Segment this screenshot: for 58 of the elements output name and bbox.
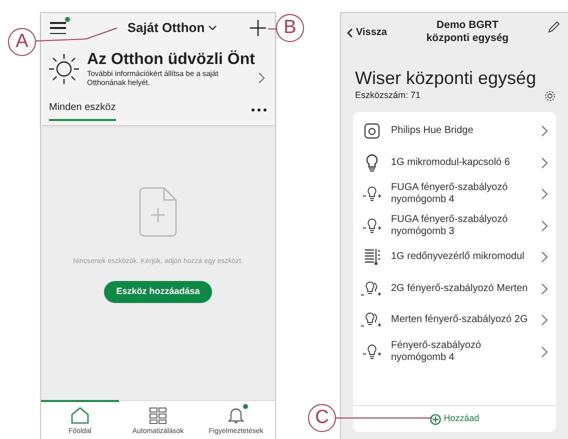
chevron-right-icon (541, 188, 548, 200)
device-name: 1G redőnyvezérlő mikromodul (391, 251, 526, 264)
device-row[interactable]: FUGA fényerő-szabályozó nyomógomb 4 (353, 178, 556, 210)
screen-title: Demo BGRT központi egység (425, 19, 510, 45)
leader-line (268, 28, 276, 30)
double-bulb-icon (361, 280, 383, 297)
dimmer-bulb-icon (362, 186, 382, 202)
device-name: 2G fényerő-szabályozó Merten (391, 282, 529, 295)
device-name: Philips Hue Bridge (391, 125, 474, 138)
settings-icon[interactable] (544, 90, 556, 102)
callout-label: A (8, 28, 36, 56)
shutter-icon (364, 248, 380, 266)
pencil-icon[interactable] (548, 21, 560, 33)
device-row[interactable]: Philips Hue Bridge (353, 116, 556, 147)
dimmer-bulb-icon (362, 344, 382, 360)
device-name: FUGA fényerő-szabályozó nyomógomb 3 (391, 214, 509, 238)
filter-tab[interactable]: Minden eszköz (49, 100, 116, 120)
callout-label: C (308, 404, 336, 432)
chevron-right-icon (541, 314, 548, 326)
home-selector[interactable]: Saját Otthon (127, 18, 217, 38)
device-row[interactable]: 1G redőnyvezérlő mikromodul (353, 242, 556, 273)
bell-icon (228, 406, 244, 424)
hub-heading: Wiser központi egység (355, 67, 538, 89)
chevron-right-icon (258, 72, 265, 84)
device-row[interactable]: Merten fényerő-szabályozó 2G (353, 304, 556, 336)
device-name: FUGA fényerő-szabályozó nyomógomb 4 (391, 182, 509, 206)
device-name: Fényerő-szabályozó nyomógomb 4 (391, 340, 482, 364)
dimmer-bulb-icon (362, 218, 382, 234)
chevron-right-icon (541, 251, 548, 264)
callout-label: B (276, 14, 304, 42)
bulb-icon (365, 154, 379, 172)
device-count: Eszközszám: 71 (355, 89, 421, 102)
device-name: Merten fényerő-szabályozó 2G (391, 314, 529, 326)
device-row[interactable]: FUGA fényerő-szabályozó nyomógomb 3 (353, 210, 556, 242)
plus-circle-icon (430, 414, 441, 424)
chevron-right-icon (541, 125, 548, 138)
hub-icon (364, 123, 380, 140)
device-name: 1G mikromodul-kapcsoló 6 (391, 156, 511, 169)
sun-icon (47, 52, 81, 86)
chevron-down-icon (208, 25, 217, 31)
home-icon (71, 406, 89, 424)
add-link[interactable]: Hozzáad (430, 412, 480, 426)
chevron-right-icon (541, 346, 548, 358)
welcome-heading: Az Otthon üdvözli Önt (87, 51, 256, 69)
chevron-right-icon (541, 220, 548, 232)
plus-icon[interactable] (250, 20, 266, 36)
double-bulb-icon (361, 312, 383, 328)
chevron-right-icon (541, 156, 548, 169)
device-row[interactable]: 2G fényerő-szabályozó Merten (353, 273, 556, 304)
back-button[interactable]: Vissza (347, 25, 387, 40)
add-file-icon (139, 187, 177, 237)
more-icon[interactable] (251, 108, 267, 112)
device-row[interactable]: 1G mikromodul-kapcsoló 6 (353, 147, 556, 178)
chevron-right-icon (541, 282, 548, 295)
device-row[interactable]: Fényerő-szabályozó nyomógomb 4 (353, 336, 556, 368)
grid-icon (149, 406, 167, 424)
chevron-left-icon (347, 28, 353, 38)
add-device-button[interactable]: Eszköz hozzáadása (104, 280, 212, 302)
